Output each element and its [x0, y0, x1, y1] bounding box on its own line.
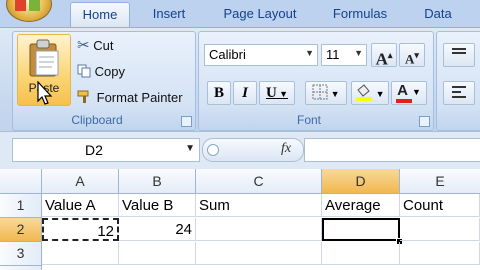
format-painter-button[interactable]: Format Painter — [77, 88, 183, 108]
column-header-c[interactable]: C — [196, 169, 322, 194]
cell-c1[interactable]: Sum — [196, 194, 322, 217]
column-header-d[interactable]: D — [322, 169, 400, 194]
cell-a3[interactable] — [42, 242, 119, 265]
column-header-a[interactable]: A — [42, 169, 119, 194]
alignment-group — [436, 31, 480, 131]
office-logo-icon — [15, 0, 40, 11]
format-painter-label: Format Painter — [96, 90, 183, 105]
tab-page-layout[interactable]: Page Layout — [212, 2, 308, 26]
borders-button[interactable]: ▼ — [305, 81, 347, 105]
cell-b2[interactable]: 24 — [119, 218, 196, 241]
cut-label: Cut — [93, 38, 114, 53]
row-header-3[interactable]: 3 — [0, 242, 42, 266]
fill-color-swatch — [356, 97, 373, 101]
cell-e1[interactable]: Count — [400, 194, 480, 217]
insert-function-button[interactable]: fx — [281, 141, 291, 157]
font-name-value: Calibri — [209, 47, 246, 62]
font-size-value: 11 — [326, 47, 340, 62]
name-box-value: D2 — [85, 142, 103, 158]
clipboard-dialog-launcher[interactable] — [181, 116, 192, 127]
chevron-down-icon: ▼ — [354, 48, 363, 58]
font-color-button[interactable]: A ▼ — [391, 81, 427, 105]
paintbrush-icon — [77, 90, 89, 103]
formula-input[interactable] — [304, 138, 480, 162]
font-color-icon: A — [397, 82, 408, 99]
paste-button[interactable]: Paste — [17, 34, 71, 106]
cell-a2[interactable]: 12 — [42, 218, 119, 241]
cell-b1[interactable]: Value B — [119, 194, 196, 217]
align-lines-icon — [452, 48, 466, 54]
clipboard-icon — [29, 39, 59, 77]
cell-d2-active[interactable] — [322, 218, 400, 241]
clipboard-group-label: Clipboard — [71, 113, 123, 127]
cell-e2[interactable] — [400, 218, 480, 241]
cut-button[interactable]: ✂ Cut — [77, 36, 113, 56]
mouse-cursor-icon — [37, 81, 53, 105]
chevron-down-icon[interactable]: ▼ — [185, 143, 195, 154]
copy-button[interactable]: Copy — [77, 62, 125, 82]
grow-font-button[interactable]: A▴ — [371, 43, 397, 69]
font-name-dropdown[interactable]: Calibri ▼ — [204, 44, 318, 66]
cell-a1[interactable]: Value A — [42, 194, 119, 217]
row-header-2[interactable]: 2 — [0, 218, 42, 242]
clipboard-group: Paste ✂ Cut Copy Format Painter Clipboar… — [12, 31, 196, 131]
worksheet-grid: A B C D E 1 Value A Value B Sum Average … — [0, 169, 480, 270]
name-box[interactable]: D2 ▼ — [12, 138, 200, 162]
scissors-icon: ✂ — [77, 37, 90, 54]
cell-c3[interactable] — [196, 242, 322, 265]
row-header-4[interactable] — [0, 266, 42, 270]
shrink-font-button[interactable]: A▾ — [399, 43, 425, 67]
cell-c2[interactable] — [196, 218, 322, 241]
cell-d1[interactable]: Average — [322, 194, 400, 217]
underline-button[interactable]: U ▼ — [259, 81, 295, 105]
formula-controls: fx — [202, 138, 304, 162]
formula-bar: D2 ▼ fx — [0, 131, 480, 170]
font-dialog-launcher[interactable] — [419, 116, 430, 127]
ribbon-tab-bar: Home Insert Page Layout Formulas Data — [0, 0, 480, 27]
chevron-down-icon: ▼ — [305, 48, 314, 58]
align-left-button[interactable] — [443, 81, 475, 105]
row-header-1[interactable]: 1 — [0, 194, 42, 218]
copy-icon — [77, 64, 91, 78]
cell-e3[interactable] — [400, 242, 480, 265]
collapse-handle-icon[interactable] — [207, 144, 219, 156]
grow-font-icon: A — [375, 49, 388, 69]
italic-button[interactable]: I — [233, 81, 257, 105]
tab-data[interactable]: Data — [414, 2, 462, 26]
borders-icon — [312, 84, 328, 100]
cell-b3[interactable] — [119, 242, 196, 265]
font-color-swatch — [396, 99, 412, 103]
copy-label: Copy — [94, 64, 125, 79]
font-group: Calibri ▼ 11 ▼ A▴ A▾ B I U ▼ ▼ ▼ A ▼ Fon… — [198, 31, 434, 131]
column-header-b[interactable]: B — [119, 169, 196, 194]
shrink-font-icon: A — [405, 51, 415, 67]
column-header-e[interactable]: E — [400, 169, 480, 194]
bold-button[interactable]: B — [207, 81, 231, 105]
fill-color-button[interactable]: ▼ — [351, 81, 389, 105]
ribbon-home: Paste ✂ Cut Copy Format Painter Clipboar… — [0, 27, 480, 132]
paint-bucket-icon — [356, 84, 373, 101]
underline-label: U — [265, 85, 277, 101]
font-size-dropdown[interactable]: 11 ▼ — [321, 44, 367, 66]
align-top-button[interactable] — [443, 43, 475, 67]
cell-d3[interactable] — [322, 242, 400, 265]
tab-home[interactable]: Home — [70, 2, 130, 27]
tab-insert[interactable]: Insert — [140, 2, 198, 26]
align-left-icon — [452, 86, 466, 98]
tab-formulas[interactable]: Formulas — [322, 2, 398, 26]
font-group-label: Font — [296, 113, 321, 127]
select-all-button[interactable] — [0, 169, 42, 194]
